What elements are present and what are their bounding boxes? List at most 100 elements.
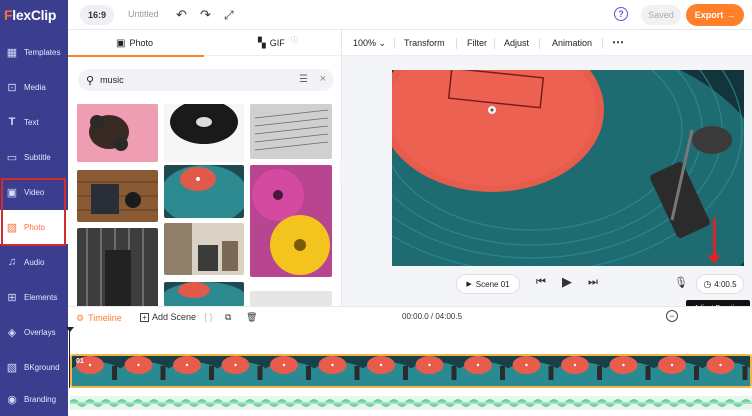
tab-gif[interactable]: ▚ GIF ⓘ (258, 30, 298, 56)
scene-label: Scene 01 (475, 279, 510, 289)
scene-clip[interactable]: 01 (70, 354, 752, 388)
photo-thumbnail[interactable] (164, 282, 244, 306)
divider (394, 38, 395, 49)
scene-selector[interactable]: ▶ Scene 01 (456, 274, 520, 294)
sidebar-item-label: Audio (24, 257, 45, 267)
undo-icon[interactable]: ↶ (176, 7, 187, 23)
info-icon[interactable]: ⓘ (291, 35, 298, 45)
photo-thumbnail[interactable] (77, 170, 158, 222)
sidebar-item-label: Photo (24, 222, 45, 232)
sidebar-item-photo[interactable]: ▨ Photo (0, 210, 68, 244)
photo-icon: ▨ (6, 221, 18, 234)
timeline-toggle[interactable]: ⚙ Timeline (76, 311, 122, 325)
saved-button[interactable]: Saved (641, 5, 681, 25)
search-bar: ⚲ ☰ × (78, 69, 334, 91)
redo-icon[interactable]: ↷ (200, 7, 211, 23)
close-icon[interactable]: × (320, 73, 326, 85)
duplicate-icon[interactable]: ⧉ (225, 312, 231, 323)
sidebar-item-label: Templates (24, 47, 61, 57)
add-icon: + (140, 312, 149, 322)
photo-thumbnail[interactable] (164, 104, 244, 162)
divider (602, 38, 603, 49)
play-small-icon: ▶ (466, 281, 472, 288)
photo-thumbnail[interactable] (77, 104, 158, 162)
photo-thumbnail[interactable] (250, 104, 332, 159)
help-icon[interactable]: ? (614, 7, 628, 21)
media-panel: ▣ Photo ▚ GIF ⓘ ⚲ ☰ × (68, 30, 342, 308)
delete-icon[interactable]: 🗑 (246, 312, 257, 323)
arrow-right-icon: → (726, 10, 736, 20)
background-icon: ▧ (6, 361, 18, 374)
previous-scene-icon[interactable]: ⏮ (536, 276, 546, 289)
filter-button[interactable]: Filter (467, 38, 487, 48)
playhead-handle[interactable] (66, 327, 74, 332)
photo-thumbnail[interactable] (250, 291, 332, 306)
filter-icon[interactable]: ☰ (299, 74, 308, 85)
templates-icon: ▦ (6, 46, 18, 59)
zoom-value: 100% (353, 38, 377, 48)
adjust-button[interactable]: Adjust (504, 38, 529, 48)
sidebar-item-audio[interactable]: ♫ Audio (0, 245, 68, 279)
timeline-icon: ⚙ (76, 312, 85, 323)
media-tabs: ▣ Photo ▚ GIF ⓘ (68, 30, 342, 57)
sidebar-item-label: BKground (24, 362, 60, 372)
video-icon: ▣ (6, 186, 18, 199)
sidebar-item-media[interactable]: ⊡ Media (0, 70, 68, 104)
divider (456, 38, 457, 49)
edit-toolbar: 100% ⌄ Transform Filter Adjust Animation… (342, 30, 752, 56)
video-preview[interactable] (392, 70, 744, 266)
sidebar: FlexClip ▦ Templates ⊡ Media T Text ▭ Su… (0, 0, 68, 416)
sidebar-item-elements[interactable]: ⊞ Elements (0, 280, 68, 314)
text-icon: T (8, 116, 16, 128)
sidebar-item-subtitle[interactable]: ▭ Subtitle (0, 140, 68, 174)
sidebar-item-branding[interactable]: ◉ Branding (0, 382, 68, 416)
search-icon: ⚲ (86, 74, 95, 87)
sidebar-item-label: Media (24, 82, 46, 92)
clock-icon: ◷ (703, 278, 712, 289)
subtitle-icon: ▭ (6, 151, 18, 164)
branding-icon: ◉ (7, 393, 17, 406)
sidebar-item-label: Subtitle (24, 152, 51, 162)
microphone-icon[interactable]: 🎙 (674, 276, 688, 289)
media-icon: ⊡ (7, 81, 17, 94)
sidebar-item-video[interactable]: ▣ Video (0, 175, 68, 209)
sidebar-item-bkground[interactable]: ▧ BKground (0, 350, 68, 384)
photo-tab-icon: ▣ (116, 37, 126, 49)
more-icon[interactable]: ⋯ (612, 35, 624, 49)
photo-thumbnail[interactable] (250, 165, 332, 277)
zoom-out-icon[interactable]: − (666, 310, 678, 322)
project-title[interactable]: Untitled (128, 9, 159, 19)
timeline-toolbar: ⚙ Timeline + Add Scene { } ⧉ 🗑 00:00.0 /… (68, 306, 752, 328)
transform-button[interactable]: Transform (404, 38, 445, 48)
duration-button[interactable]: ◷ 4:00.5 (696, 274, 744, 294)
sidebar-item-text[interactable]: T Text (0, 105, 68, 139)
playhead[interactable] (69, 328, 70, 388)
next-scene-icon[interactable]: ⏭ (588, 276, 598, 289)
audio-track[interactable] (70, 396, 752, 410)
search-input[interactable] (100, 75, 291, 85)
photo-thumbnail[interactable] (164, 165, 244, 218)
sidebar-item-templates[interactable]: ▦ Templates (0, 35, 68, 69)
sidebar-item-overlays[interactable]: ◈ Overlays (0, 315, 68, 349)
flexclip-logo[interactable]: FlexClip (4, 7, 56, 23)
duration-value: 4:00.5 (714, 279, 737, 289)
zoom-dropdown[interactable]: 100% ⌄ (353, 38, 386, 49)
timeline-time: 00:00.0 / 04:00.5 (402, 312, 463, 321)
top-bar: 16:9 Untitled ↶ ↷ ⤢ ? Saved Export → (68, 0, 752, 30)
clip-number: 01 (76, 358, 84, 365)
export-button[interactable]: Export → (686, 4, 744, 26)
annotation-arrow-head (707, 255, 721, 264)
photo-thumbnail[interactable] (164, 223, 244, 275)
aspect-ratio-button[interactable]: 16:9 (80, 5, 114, 25)
photo-thumbnail[interactable] (77, 228, 158, 308)
timeline-label: Timeline (88, 313, 122, 323)
tab-photo[interactable]: ▣ Photo (68, 30, 204, 57)
divider (539, 38, 540, 49)
play-icon[interactable]: ▶ (562, 274, 572, 290)
sidebar-item-label: Text (24, 117, 39, 127)
fullscreen-icon[interactable]: ⤢ (224, 7, 234, 23)
add-scene-button[interactable]: + Add Scene (140, 312, 196, 322)
animation-button[interactable]: Animation (552, 38, 592, 48)
sidebar-item-label: Video (24, 187, 45, 197)
split-icon[interactable]: { } (204, 312, 213, 322)
